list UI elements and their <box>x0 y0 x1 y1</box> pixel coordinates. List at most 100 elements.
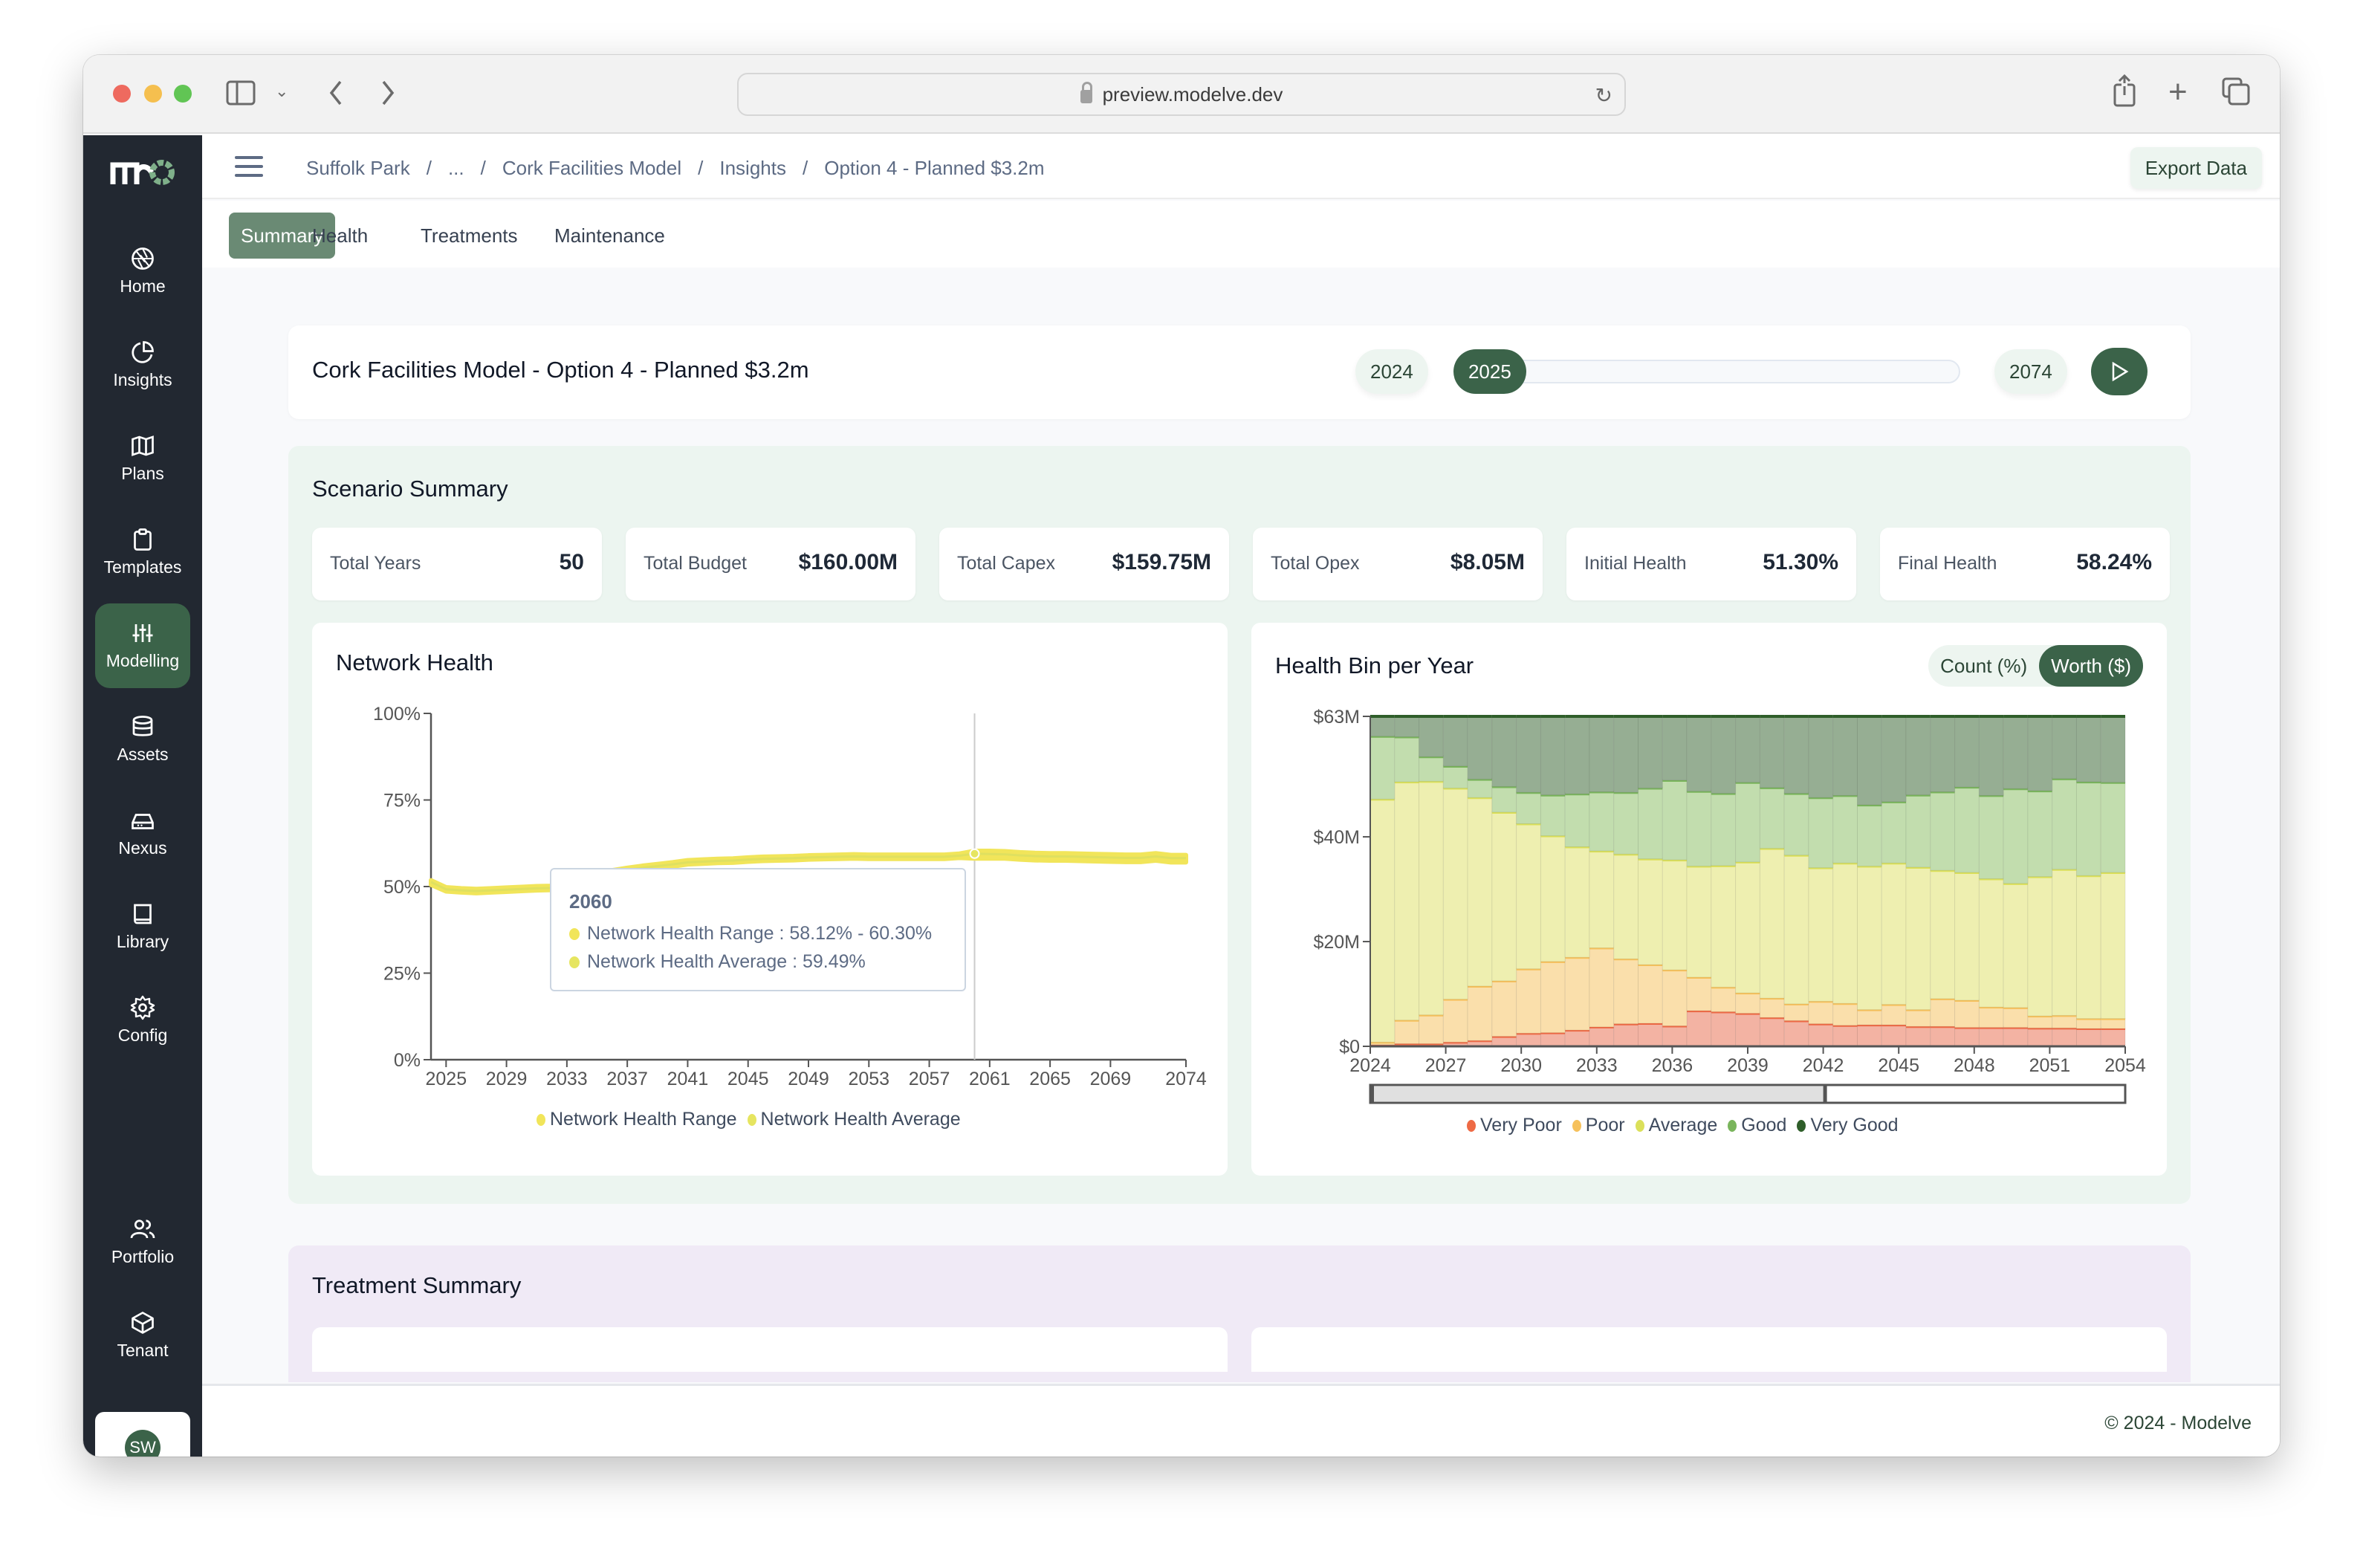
bar-very-good <box>1759 716 1785 788</box>
bar-average <box>1369 798 1396 1043</box>
sidebar-item-library[interactable]: Library <box>95 884 190 969</box>
breadcrumb-item[interactable]: Insights <box>719 157 786 180</box>
share-icon[interactable] <box>2112 74 2137 111</box>
legend-dot-icon <box>537 1113 545 1126</box>
chevron-down-icon[interactable]: ⌄ <box>275 83 288 100</box>
breadcrumb-item[interactable]: ... <box>448 157 464 180</box>
legend-label: Poor <box>1585 1115 1625 1135</box>
bar-average <box>2100 872 2126 1020</box>
sidebar-item-plans[interactable]: Plans <box>95 416 190 501</box>
legend-label: Very Good <box>1810 1115 1899 1135</box>
bar-very-good <box>2100 716 2126 783</box>
maximize-window-button[interactable] <box>174 85 192 103</box>
minimize-window-button[interactable] <box>144 85 162 103</box>
play-button[interactable] <box>2091 348 2148 395</box>
new-tab-icon[interactable]: + <box>2168 76 2188 108</box>
health-bin-chart[interactable]: $0 $20M $40M $63M 2024 2027 2030 2033 2036 2039 20… <box>1251 623 2167 1176</box>
breadcrumb-item[interactable]: Suffolk Park <box>306 157 410 180</box>
forward-icon[interactable] <box>379 79 397 111</box>
legend-item[interactable]: Network Health Average <box>747 1109 961 1130</box>
bar-poor <box>1930 998 1956 1027</box>
bar-very-poor <box>2052 1027 2077 1047</box>
x-tick-label: 2053 <box>848 1069 889 1089</box>
bar-good <box>2052 778 2077 870</box>
x-tick-label: 2061 <box>969 1069 1011 1089</box>
bar-average <box>1735 861 1760 994</box>
hover-point <box>969 848 980 859</box>
bar-very-good <box>1711 716 1737 794</box>
y-tick-label: 75% <box>383 791 421 811</box>
legend-item[interactable]: Very Good <box>1797 1115 1899 1136</box>
sidebar-item-templates[interactable]: Templates <box>95 510 190 595</box>
breadcrumb-item[interactable]: Option 4 - Planned $3.2m <box>824 157 1044 180</box>
range-handle-right[interactable] <box>1823 1085 1827 1103</box>
bar-poor <box>1808 1000 1834 1025</box>
year-slider-track[interactable] <box>1455 360 1960 383</box>
bar-good <box>1759 787 1785 849</box>
legend-item[interactable]: Network Health Range <box>537 1109 737 1130</box>
stat-label: Total Opex <box>1271 553 1360 574</box>
sidebar-item-tenant[interactable]: Tenant <box>95 1293 190 1378</box>
menu-icon[interactable] <box>235 156 263 178</box>
sidebar-item-home[interactable]: Home <box>95 229 190 314</box>
bar-very-poor <box>1856 1024 1882 1047</box>
tooltip-range-text: Network Health Range : 58.12% - 60.30% <box>587 923 933 944</box>
legend-item[interactable]: Very Poor <box>1467 1115 1562 1136</box>
bar-good <box>1467 779 1493 798</box>
bar-very-poor <box>1808 1023 1834 1047</box>
lock-icon <box>1080 82 1092 103</box>
back-icon[interactable] <box>327 79 345 111</box>
sidebar-item-portfolio[interactable]: Portfolio <box>95 1199 190 1284</box>
reload-icon[interactable]: ↻ <box>1595 83 1612 108</box>
bar-very-good <box>1954 716 1980 788</box>
url-bar[interactable]: preview.modelve.dev ↻ <box>737 73 1626 116</box>
bar-good <box>1881 801 1907 864</box>
x-tick-label: 2037 <box>606 1069 648 1089</box>
legend-item[interactable]: Average <box>1635 1115 1717 1136</box>
legend-label: Very Poor <box>1480 1115 1562 1135</box>
tab-treatments[interactable]: Treatments <box>409 213 530 259</box>
bar-poor <box>1467 985 1493 1041</box>
stat-value: $8.05M <box>1450 550 1525 574</box>
y-tick-label: 25% <box>383 964 421 985</box>
bar-average <box>1564 846 1590 958</box>
sidebar-item-label: Templates <box>103 557 182 577</box>
user-menu[interactable]: SW <box>95 1412 190 1457</box>
bar-very-good <box>1589 716 1615 792</box>
sidebar-item-assets[interactable]: Assets <box>95 697 190 782</box>
bar-average <box>1638 858 1663 965</box>
bar-very-poor <box>2003 1027 2029 1047</box>
sidebar-toggle-icon[interactable] <box>226 80 256 110</box>
range-handle-left[interactable] <box>1370 1085 1374 1103</box>
breadcrumb-item[interactable]: Cork Facilities Model <box>502 157 681 180</box>
tab-health[interactable]: Health <box>300 213 380 259</box>
stat-total-opex: Total Opex $8.05M <box>1253 528 1543 600</box>
sidebar-item-modelling[interactable]: Modelling <box>95 603 190 688</box>
bar-very-poor <box>1613 1023 1639 1047</box>
legend-item[interactable]: Poor <box>1572 1115 1625 1136</box>
bar-poor <box>1589 947 1615 1028</box>
sidebar-item-nexus[interactable]: Nexus <box>95 791 190 875</box>
close-window-button[interactable] <box>113 85 131 103</box>
bar-average <box>1442 788 1468 1000</box>
legend-item[interactable]: Good <box>1728 1115 1786 1136</box>
sidebar-item-config[interactable]: Config <box>95 978 190 1063</box>
bar-good <box>1832 794 1858 864</box>
year-slider-handle[interactable]: 2025 <box>1453 349 1526 394</box>
bar-good <box>1783 793 1809 856</box>
browser-titlebar: ⌄ preview.modelve.dev ↻ + <box>83 55 2280 134</box>
sidebar-item-label: Modelling <box>106 651 180 670</box>
range-dot-icon <box>569 927 580 940</box>
bar-good <box>1954 786 1980 873</box>
tooltip-average-text: Network Health Average : 59.49% <box>587 951 866 972</box>
bar-average <box>1711 865 1737 988</box>
export-data-button[interactable]: Export Data <box>2130 147 2262 189</box>
tab-maintenance[interactable]: Maintenance <box>542 213 677 259</box>
bar-very-good <box>1442 716 1468 767</box>
top-bar: Suffolk Park / ... / Cork Facilities Model… <box>202 135 2280 199</box>
stat-final-health: Final Health 58.24% <box>1880 528 2170 600</box>
sidebar-item-insights[interactable]: Insights <box>95 323 190 407</box>
bar-very-poor <box>1881 1024 1907 1047</box>
modelve-logo[interactable] <box>110 158 177 187</box>
tabs-overview-icon[interactable] <box>2222 77 2250 110</box>
